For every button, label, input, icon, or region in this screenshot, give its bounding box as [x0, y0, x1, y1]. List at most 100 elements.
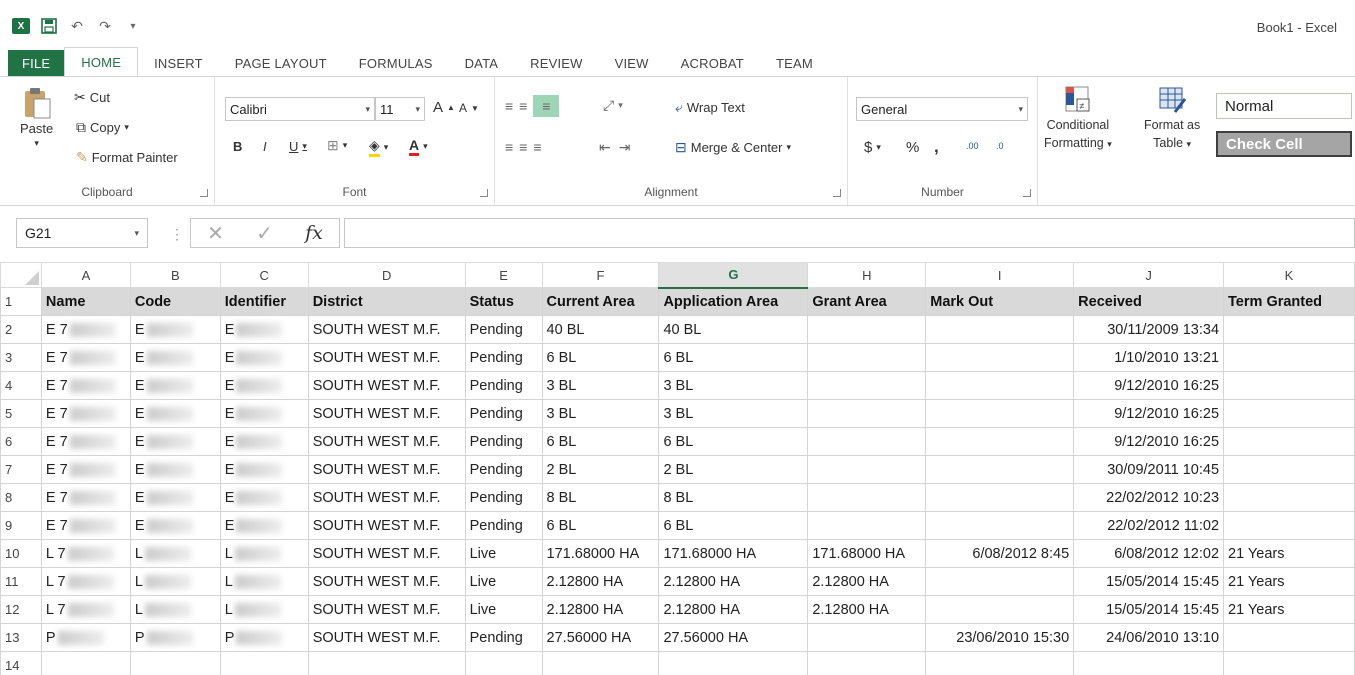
- font-family-select[interactable]: Calibri ▾: [225, 97, 375, 121]
- cell[interactable]: 171.68000 HA: [541, 539, 660, 568]
- shrink-font-button[interactable]: A ▼: [459, 101, 479, 115]
- cell[interactable]: E: [219, 511, 309, 540]
- cell[interactable]: Grant Area: [807, 287, 927, 316]
- borders-button[interactable]: ⊞ ▾: [327, 137, 347, 154]
- style-normal[interactable]: Normal: [1216, 93, 1352, 119]
- cell[interactable]: Name: [40, 287, 131, 316]
- cell[interactable]: P: [219, 623, 309, 652]
- percent-button[interactable]: %: [906, 139, 919, 156]
- cell[interactable]: 8 BL: [658, 483, 809, 512]
- cancel-icon[interactable]: ✕: [207, 221, 224, 246]
- cell[interactable]: 6 BL: [658, 511, 809, 540]
- cell[interactable]: 23/06/2010 15:30: [925, 623, 1075, 652]
- cell[interactable]: L: [129, 539, 221, 568]
- cell[interactable]: E: [219, 483, 309, 512]
- cell[interactable]: [1073, 651, 1225, 675]
- cell[interactable]: 27.56000 HA: [541, 623, 660, 652]
- copy-button[interactable]: ⧉ Copy ▾: [76, 119, 129, 136]
- number-format-select[interactable]: General ▾: [856, 97, 1028, 121]
- bold-button[interactable]: B: [233, 139, 242, 154]
- align-bottom-icon[interactable]: ≡: [533, 95, 560, 117]
- cell[interactable]: L 7: [40, 567, 131, 596]
- cell[interactable]: [807, 623, 927, 652]
- cell[interactable]: 2.12800 HA: [658, 595, 809, 624]
- column-header[interactable]: A: [40, 262, 131, 288]
- conditional-formatting-button[interactable]: ≠ Conditional Formatting ▾: [1044, 85, 1112, 152]
- cell[interactable]: L: [219, 539, 309, 568]
- cell[interactable]: 15/05/2014 15:45: [1073, 567, 1225, 596]
- font-color-button[interactable]: A ▾: [409, 137, 428, 156]
- tab-review[interactable]: REVIEW: [514, 50, 598, 76]
- cell[interactable]: Live: [464, 567, 543, 596]
- undo-icon[interactable]: ↶: [68, 18, 86, 34]
- column-header[interactable]: I: [925, 262, 1075, 288]
- insert-function-button[interactable]: fx: [305, 222, 323, 244]
- cell[interactable]: [219, 651, 309, 675]
- cell[interactable]: [1223, 371, 1355, 400]
- cell[interactable]: Code: [129, 287, 221, 316]
- align-top-icon[interactable]: ≡: [505, 98, 513, 114]
- cell[interactable]: E: [129, 511, 221, 540]
- cell[interactable]: [807, 427, 927, 456]
- cell[interactable]: P: [40, 623, 131, 652]
- redo-icon[interactable]: ↷: [96, 18, 114, 34]
- cell[interactable]: Pending: [464, 343, 543, 372]
- cell[interactable]: [925, 651, 1075, 675]
- row-header[interactable]: 6: [0, 427, 42, 456]
- cell[interactable]: L: [129, 567, 221, 596]
- cell[interactable]: 6 BL: [541, 511, 660, 540]
- format-painter-button[interactable]: ✎ Format Painter: [76, 149, 178, 166]
- cell[interactable]: [1223, 651, 1355, 675]
- cell[interactable]: 40 BL: [541, 315, 660, 344]
- cell[interactable]: E 7: [40, 455, 131, 484]
- cell[interactable]: P: [129, 623, 221, 652]
- cell[interactable]: 3 BL: [658, 399, 809, 428]
- cell[interactable]: Current Area: [541, 287, 660, 316]
- cell[interactable]: 6 BL: [541, 427, 660, 456]
- cell[interactable]: 2.12800 HA: [807, 567, 927, 596]
- paste-button[interactable]: Paste ▾: [20, 85, 53, 149]
- cell[interactable]: [1223, 427, 1355, 456]
- increase-indent-icon[interactable]: ⇥: [619, 139, 631, 156]
- tab-formulas[interactable]: FORMULAS: [343, 50, 449, 76]
- cell[interactable]: SOUTH WEST M.F.: [307, 567, 466, 596]
- cell[interactable]: [129, 651, 221, 675]
- cell[interactable]: [925, 427, 1075, 456]
- alignment-launcher-icon[interactable]: [833, 189, 841, 197]
- cell[interactable]: [925, 595, 1075, 624]
- column-header[interactable]: E: [464, 262, 543, 288]
- row-header[interactable]: 12: [0, 595, 42, 624]
- cell[interactable]: L 7: [40, 595, 131, 624]
- cell[interactable]: 171.68000 HA: [807, 539, 927, 568]
- cell[interactable]: 21 Years: [1223, 595, 1355, 624]
- cell[interactable]: Received: [1073, 287, 1225, 316]
- cell[interactable]: [1223, 623, 1355, 652]
- cell[interactable]: 8 BL: [541, 483, 660, 512]
- cell[interactable]: E: [129, 455, 221, 484]
- cell[interactable]: [1223, 315, 1355, 344]
- clipboard-launcher-icon[interactable]: [200, 189, 208, 197]
- cell[interactable]: E 7: [40, 511, 131, 540]
- enter-icon[interactable]: ✓: [256, 221, 273, 246]
- tab-page-layout[interactable]: PAGE LAYOUT: [219, 50, 343, 76]
- underline-button[interactable]: U ▾: [289, 139, 307, 154]
- cell[interactable]: L: [219, 595, 309, 624]
- cell[interactable]: 2.12800 HA: [541, 595, 660, 624]
- cell[interactable]: [1223, 511, 1355, 540]
- cell[interactable]: 2.12800 HA: [658, 567, 809, 596]
- column-header[interactable]: C: [219, 262, 309, 288]
- tab-file[interactable]: FILE: [8, 50, 65, 76]
- increase-decimal-button[interactable]: .00: [966, 141, 979, 151]
- cell[interactable]: E: [129, 427, 221, 456]
- cell[interactable]: [658, 651, 809, 675]
- cell[interactable]: E 7: [40, 315, 131, 344]
- cell[interactable]: E: [219, 343, 309, 372]
- cell[interactable]: Identifier: [219, 287, 309, 316]
- cell[interactable]: 2 BL: [658, 455, 809, 484]
- cell[interactable]: [1223, 455, 1355, 484]
- cell[interactable]: SOUTH WEST M.F.: [307, 595, 466, 624]
- cell[interactable]: E: [129, 483, 221, 512]
- comma-button[interactable]: ,: [934, 137, 939, 157]
- cell[interactable]: [925, 483, 1075, 512]
- cell[interactable]: E: [219, 399, 309, 428]
